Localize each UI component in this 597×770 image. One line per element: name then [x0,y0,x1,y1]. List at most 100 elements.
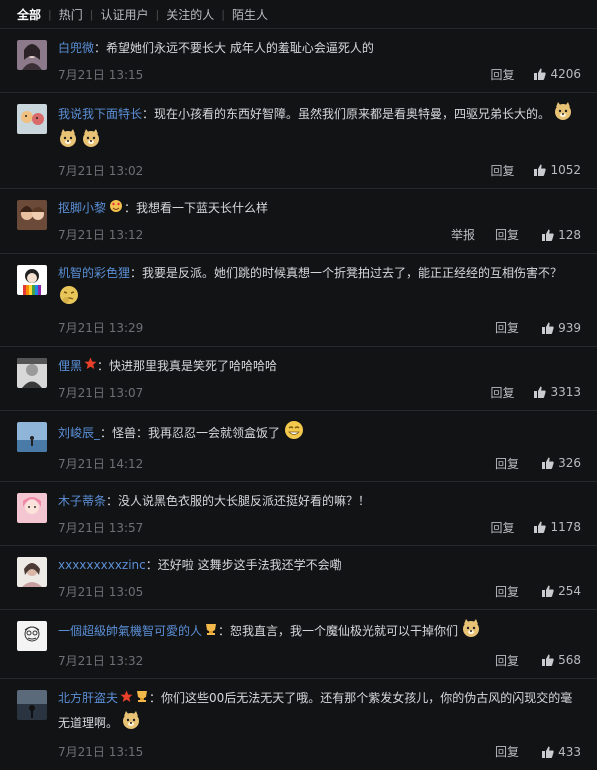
like-button[interactable]: 254 [539,584,581,598]
thumb-up-icon [542,585,554,597]
like-button[interactable]: 568 [539,653,581,667]
username-link[interactable]: 一個超級帥氣機智可愛的人 [58,624,202,638]
avatar[interactable] [17,264,47,295]
comment-text-line: 刘峻辰_：怪兽：我再忍忍一会就领盒饭了 [58,419,581,448]
tab-hot[interactable]: 热门 [59,6,83,23]
like-button[interactable]: 1178 [534,520,581,534]
comment-text-line: xxxxxxxxxzinc：还好啦 这舞步这手法我还学不会嘞 [58,558,342,572]
comment-text: 快进那里我真是笑死了哈哈哈哈 [109,358,278,373]
avatar[interactable] [17,200,47,230]
comment-time: 7月21日 13:05 [58,584,144,599]
username-link[interactable]: 刘峻辰_ [58,426,100,440]
comment-footer: 7月21日 13:07 回复 3313 [58,381,581,403]
comment-time: 7月21日 13:12 [58,228,144,242]
comment-text: 没人说黑色衣服的大长腿反派还挺好看的嘛？！ [118,494,371,508]
comment-footer: 7月21日 13:57 回复 1178 [58,516,581,538]
comment-text: 我要是反派。她们跳的时候真想一个折凳拍过去了，能正正经经的互相伤害不？ [142,265,563,280]
thumb-up-icon [542,457,554,469]
comment-time: 7月21日 13:02 [58,163,144,178]
reply-button[interactable]: 回复 [490,384,514,401]
like-button[interactable]: 939 [539,321,581,335]
comment-text-line: 木子蒂条：没人说黑色衣服的大长腿反派还挺好看的嘛？！ [58,494,371,508]
avatar[interactable] [17,621,47,651]
like-count: 326 [558,456,581,470]
comment-text: 我想看一下蓝天长什么样 [136,201,269,215]
comment-footer: 7月21日 13:12 举报 回复 128 [58,224,581,246]
comment-item: 俚黑 ：快进那里我真是笑死了哈哈哈哈 7月21日 13:07 回复 3313 [0,347,597,411]
like-button[interactable]: 3313 [534,385,581,399]
like-button[interactable]: 326 [539,456,581,470]
comment-footer: 7月21日 13:02 回复 1052 [58,159,581,181]
cup-badge-icon [135,688,149,710]
comment-footer: 7月21日 13:05 回复 254 [58,580,581,602]
like-button[interactable]: 128 [539,228,581,242]
username-link[interactable]: xxxxxxxxxzinc [58,558,146,572]
thumb-up-icon [534,386,547,398]
comment-item: xxxxxxxxxzinc：还好啦 这舞步这手法我还学不会嘞 7月21日 13:… [0,546,597,610]
reply-button[interactable]: 回复 [495,583,519,600]
like-count: 1052 [550,163,581,177]
avatar[interactable] [17,422,47,452]
username-link[interactable]: 俚黑 [58,359,82,373]
tab-separator: | [155,7,160,21]
comment-item: 机智的彩色狸：我要是反派。她们跳的时候真想一个折凳拍过去了，能正正经经的互相伤害… [0,254,597,347]
like-count: 128 [558,227,581,242]
avatar[interactable] [17,104,47,134]
comment-time: 7月21日 13:07 [58,385,144,400]
username-link[interactable]: 北方肝盗夫 [58,691,118,705]
reply-button[interactable]: 回复 [490,66,514,83]
tab-all[interactable]: 全部 [17,6,41,23]
reply-button[interactable]: 回复 [495,652,519,669]
comment-item: 北方肝盗夫 ：你们这些00后无法无天了哦。还有那个紫发女孩儿，你的伪古风的闪现交的… [0,679,597,770]
like-count: 939 [558,320,581,335]
like-button[interactable]: 1052 [534,163,581,177]
thumb-up-icon [542,229,554,241]
thumb-up-icon [542,322,554,334]
thinking-emoji-icon [58,284,80,313]
reply-button[interactable]: 回复 [490,162,514,179]
comment-item: 我说我下面特长：现在小孩看的东西好智障。虽然我们原来都是看奥特曼，四驱兄弟长大的… [0,93,597,189]
username-link[interactable]: 机智的彩色狸 [58,266,130,280]
avatar[interactable] [17,357,47,388]
comment-footer: 7月21日 13:15 回复 4206 [58,63,581,85]
tab-verified[interactable]: 认证用户 [100,6,148,23]
avatar[interactable] [17,493,47,523]
comment-time: 7月21日 13:29 [58,321,144,335]
like-button[interactable]: 433 [539,745,581,759]
reply-button[interactable]: 回复 [495,226,519,243]
comment-time: 7月21日 13:32 [58,653,144,668]
grin-emoji-icon [283,419,305,448]
avatar[interactable] [17,690,47,720]
like-count: 4206 [550,67,581,81]
reply-button[interactable]: 回复 [495,319,519,336]
comment-time: 7月21日 13:57 [58,520,144,535]
username-link[interactable]: 白兜微 [58,41,94,55]
comment-time: 7月21日 14:12 [58,456,144,471]
avatar[interactable] [17,557,47,587]
star-badge-icon [120,688,133,710]
tab-following[interactable]: 关注的人 [166,6,214,23]
thumb-up-icon [542,654,554,666]
username-link[interactable]: 抠脚小黎 [58,201,106,215]
comment-item: 白兜微：希望她们永远不要长大 成年人的羞耻心会逼死人的 7月21日 13:15 … [0,29,597,93]
comment-text: 怪兽：我再忍忍一会就领盒饭了 [112,426,281,440]
filter-tabs: 全部 | 热门 | 认证用户 | 关注的人 | 陌生人 [0,0,597,29]
comment-time: 7月21日 13:15 [58,67,144,82]
report-button[interactable]: 举报 [451,226,475,243]
reply-button[interactable]: 回复 [495,455,519,472]
like-count: 3313 [550,385,581,399]
comment-footer: 7月21日 13:29 回复 939 [58,317,581,339]
reply-button[interactable]: 回复 [490,519,514,536]
reply-button[interactable]: 回复 [495,743,519,760]
username-link[interactable]: 木子蒂条 [58,494,106,508]
like-button[interactable]: 4206 [534,67,581,81]
star-badge-icon [84,355,97,377]
avatar[interactable] [17,40,47,70]
like-count: 433 [558,744,581,759]
username-link[interactable]: 我说我下面特长 [58,107,142,121]
comment-text-line: 北方肝盗夫 ：你们这些00后无法无天了哦。还有那个紫发女孩儿，你的伪古风的闪现交的… [58,687,581,737]
doge-emoji-icon [121,710,141,737]
tab-separator: | [221,7,225,21]
comment-text-line: 白兜微：希望她们永远不要长大 成年人的羞耻心会逼死人的 [58,41,374,55]
tab-strangers[interactable]: 陌生人 [232,6,268,23]
